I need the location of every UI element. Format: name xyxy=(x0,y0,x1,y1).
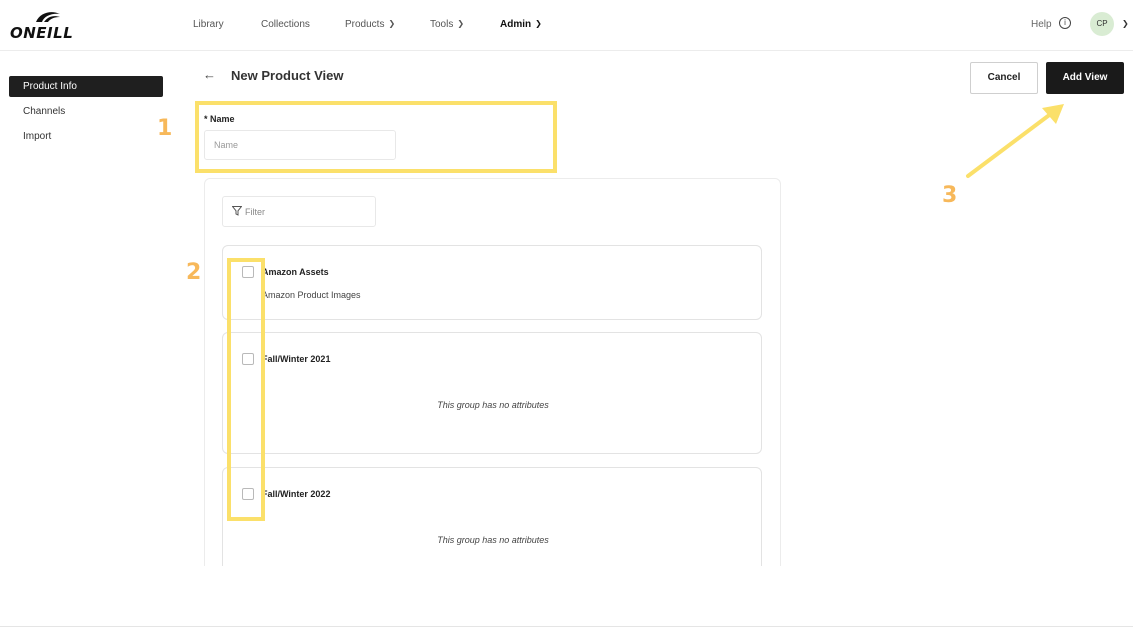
page-title: New Product View xyxy=(231,68,344,83)
empty-group-message: This group has no attributes xyxy=(437,400,549,410)
step-number-2: 2 xyxy=(186,260,202,285)
chevron-down-icon: ❯ xyxy=(388,19,396,28)
group-name: Fall/Winter 2021 xyxy=(262,354,331,364)
group-name: Amazon Assets xyxy=(262,267,329,277)
name-label: * Name xyxy=(204,114,235,124)
nav-admin[interactable]: Admin ❯ xyxy=(500,19,542,30)
group-card-fall-winter-2021: Fall/Winter 2021 This group has no attri… xyxy=(222,332,762,454)
chevron-down-icon: ❯ xyxy=(535,19,542,28)
viewport-bottom xyxy=(0,566,1133,627)
back-arrow-icon[interactable]: ← xyxy=(203,67,216,82)
sidebar-item-channels[interactable]: Channels xyxy=(9,101,163,122)
avatar[interactable]: CP xyxy=(1090,12,1114,36)
filter-field[interactable] xyxy=(222,196,376,227)
empty-group-message: This group has no attributes xyxy=(437,535,549,545)
step-number-3: 3 xyxy=(942,183,958,208)
group-checkbox[interactable] xyxy=(242,266,254,278)
nav-products[interactable]: Products ❯ xyxy=(345,19,395,30)
name-input[interactable] xyxy=(204,130,396,160)
sidebar-item-import[interactable]: Import xyxy=(9,126,163,147)
oneill-logo[interactable]: ONEILL xyxy=(10,10,86,42)
info-icon[interactable]: i xyxy=(1059,17,1071,29)
group-card-amazon-assets: Amazon Assets Amazon Product Images xyxy=(222,245,762,320)
arrow-annotation-icon xyxy=(966,104,1064,178)
top-nav: ONEILL Library Collections Products ❯ Too… xyxy=(0,0,1133,51)
filter-input[interactable] xyxy=(245,198,373,225)
wave-logo-icon xyxy=(36,12,60,22)
step-number-1: 1 xyxy=(157,116,173,141)
help-link[interactable]: Help xyxy=(1031,19,1052,30)
nav-library[interactable]: Library xyxy=(193,19,224,30)
chevron-down-icon[interactable]: ❯ xyxy=(1122,19,1129,28)
nav-tools[interactable]: Tools ❯ xyxy=(430,19,464,30)
nav-collections[interactable]: Collections xyxy=(261,19,310,30)
group-name: Fall/Winter 2022 xyxy=(262,489,331,499)
chevron-down-icon: ❯ xyxy=(457,19,465,28)
group-checkbox[interactable] xyxy=(242,488,254,500)
add-view-button[interactable]: Add View xyxy=(1046,62,1124,94)
group-subtitle: Amazon Product Images xyxy=(262,290,361,300)
logo-text: ONEILL xyxy=(10,24,74,42)
sidebar-item-product-info[interactable]: Product Info xyxy=(9,76,163,97)
group-checkbox[interactable] xyxy=(242,353,254,365)
filter-icon xyxy=(232,206,242,216)
cancel-button[interactable]: Cancel xyxy=(970,62,1038,94)
